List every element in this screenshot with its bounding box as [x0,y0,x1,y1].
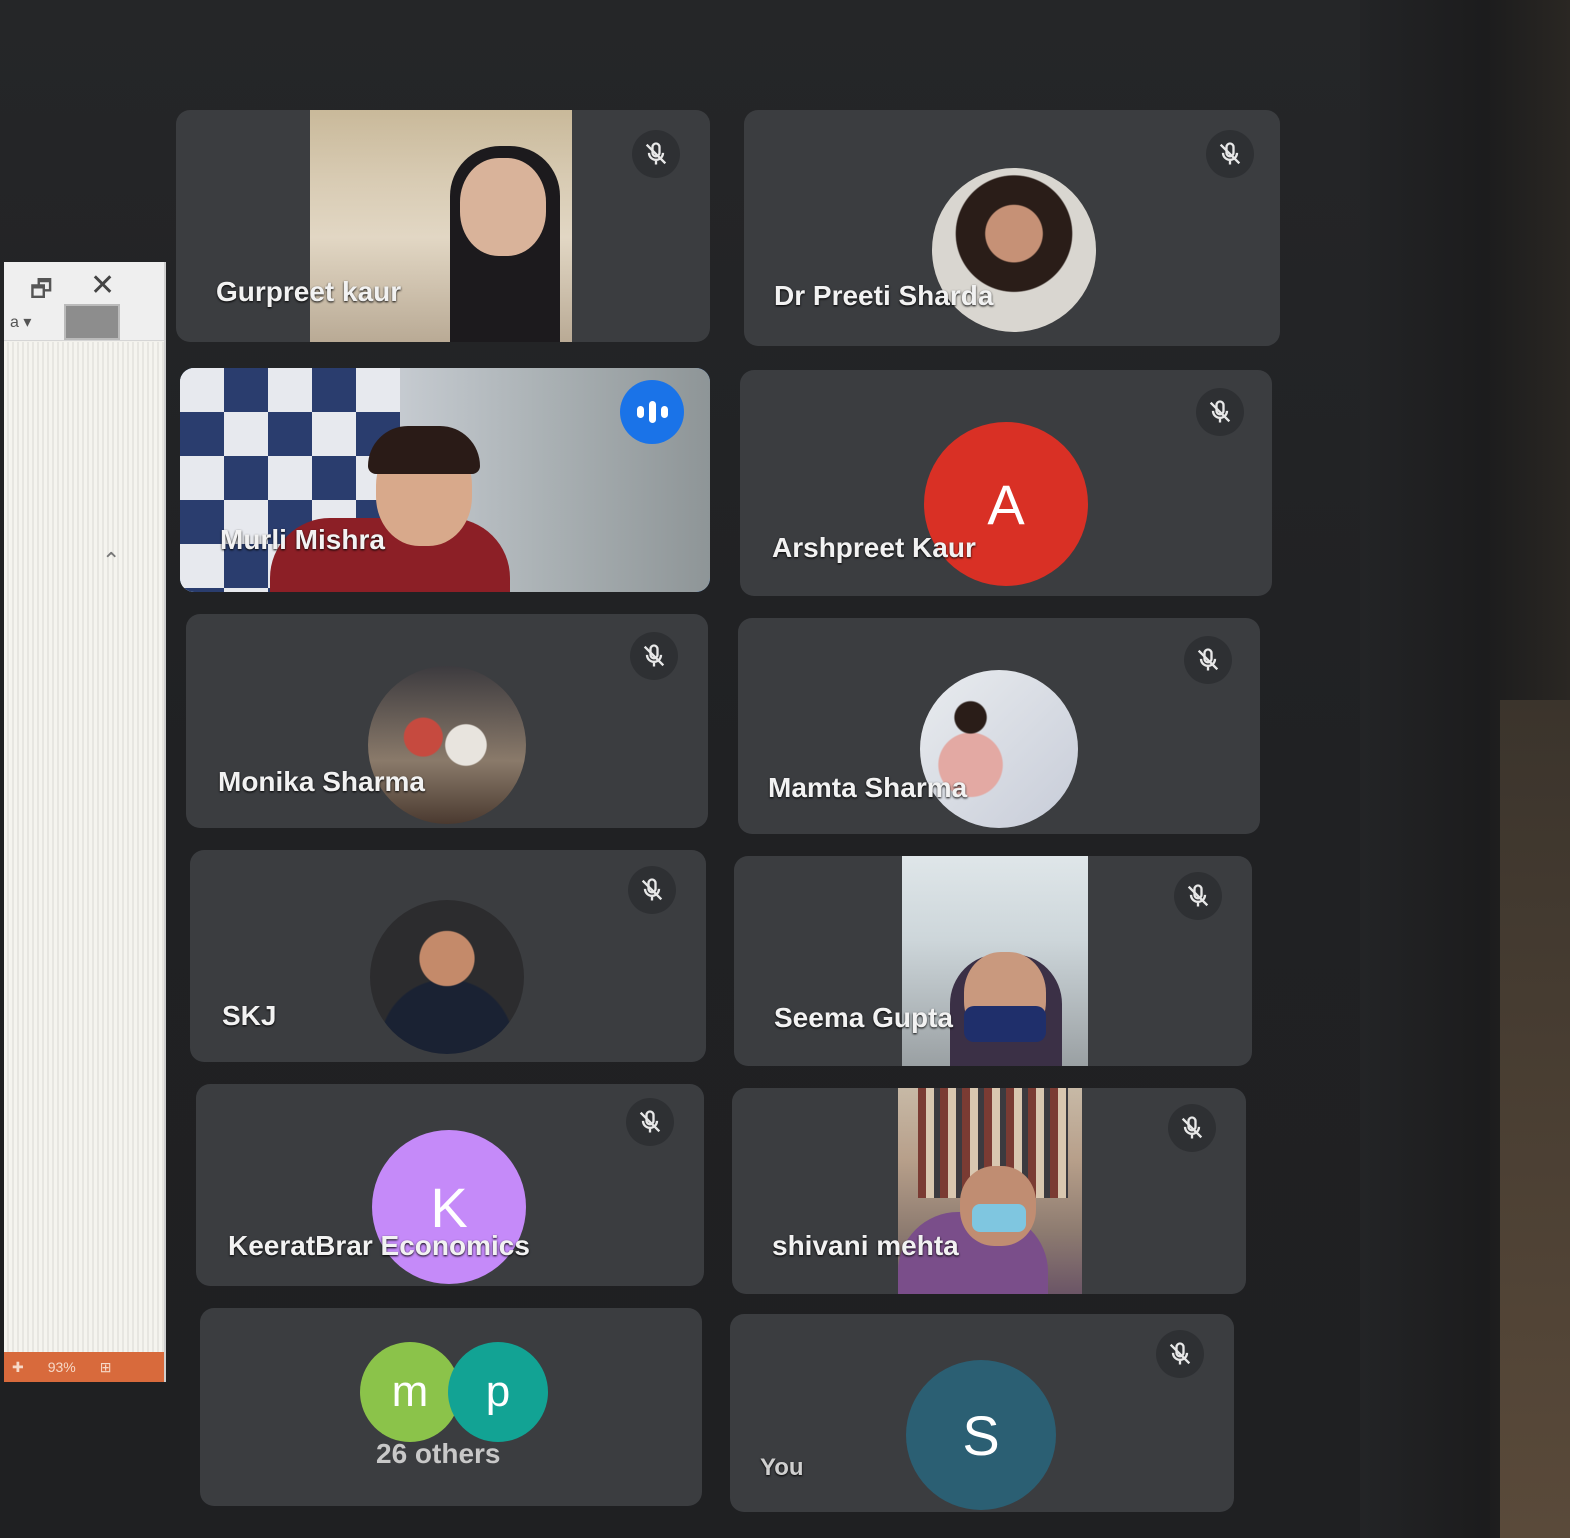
chevron-down-icon[interactable]: a ▾ [10,312,31,332]
mic-off-icon [630,632,678,680]
mic-off-icon [1156,1330,1204,1378]
participant-tile-active-speaker[interactable]: Murli Mishra [180,368,710,592]
participant-avatar: p [448,1342,548,1442]
participant-tile[interactable]: Seema Gupta [734,856,1252,1066]
collapse-ribbon-icon[interactable]: ⌃ [102,548,120,574]
restore-icon[interactable]: 🗗 [30,272,53,313]
zoom-decrease-icon[interactable]: ✚ [12,1359,24,1376]
zoom-level: 93% [47,1359,76,1375]
participant-name: KeeratBrar Economics [228,1230,530,1261]
participant-tile[interactable]: K KeeratBrar Economics [196,1084,704,1286]
participant-name: Arshpreet Kaur [772,532,976,563]
mic-off-icon [626,1098,674,1146]
window-titlebar: 🗗 ✕ a ▾ [4,262,164,341]
participant-name: Monika Sharma [218,766,425,797]
self-tile[interactable]: S You [730,1314,1234,1512]
participant-tile[interactable]: Dr Preeti Sharda [744,110,1280,346]
participant-tile[interactable]: A Arshpreet Kaur [740,370,1272,596]
participant-avatar [370,900,524,1054]
mic-off-icon [1196,388,1244,436]
participant-tile[interactable]: SKJ [190,850,706,1062]
participant-name: You [760,1454,804,1481]
participant-video [898,1088,1082,1294]
participant-name: Dr Preeti Sharda [774,280,994,311]
document-area[interactable]: ⌃ [4,342,164,1352]
others-count: 26 others [376,1438,501,1469]
others-tile[interactable]: m p 26 others [200,1308,702,1506]
mic-off-icon [628,866,676,914]
avatar-initial: A [987,472,1025,536]
speaking-indicator-icon [620,380,684,444]
participant-name: Gurpreet kaur [216,276,402,307]
mic-off-icon [1174,872,1222,920]
participant-avatar [920,670,1078,828]
avatar-initial: p [485,1367,511,1416]
participant-name: Murli Mishra [220,524,385,555]
avatar-initial: m [391,1367,429,1416]
room-background [1500,700,1570,1538]
participant-name: SKJ [222,1000,277,1031]
participant-video [902,856,1088,1066]
participant-avatar [368,666,526,824]
mic-off-icon [1184,636,1232,684]
participant-avatar: m [360,1342,460,1442]
avatar-initial: S [962,1403,1000,1467]
status-bar: ✚ 93% ⊞ [4,1352,164,1382]
participant-name: Seema Gupta [774,1002,953,1033]
mic-off-icon [632,130,680,178]
participant-name: shivani mehta [772,1230,959,1261]
fit-window-icon[interactable]: ⊞ [100,1359,112,1376]
close-icon[interactable]: ✕ [90,268,115,303]
participant-tile[interactable]: Monika Sharma [186,614,708,828]
background-app-window: 🗗 ✕ a ▾ ⌃ ✚ 93% ⊞ [4,262,166,1382]
mic-off-icon [1168,1104,1216,1152]
participant-tile[interactable]: Gurpreet kaur [176,110,710,342]
user-picture-icon [64,304,120,340]
participant-name: Mamta Sharma [768,772,968,803]
participant-avatar: S [906,1360,1056,1510]
mic-off-icon [1206,130,1254,178]
participant-tile[interactable]: Mamta Sharma [738,618,1260,834]
participant-tile[interactable]: shivani mehta [732,1088,1246,1294]
